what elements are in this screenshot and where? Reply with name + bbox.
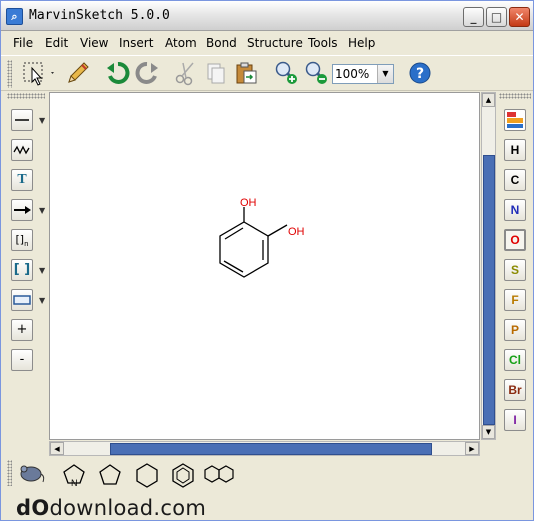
maximize-button[interactable]: □ [486,7,507,27]
scroll-right-icon[interactable]: ▶ [465,442,479,455]
watermark-logo: dOdownload.com [16,496,207,520]
redo-icon[interactable] [134,60,160,86]
title-bar[interactable]: ⌕ MarvinSketch 5.0.0 _ □ ✕ [1,1,533,31]
group-tool[interactable]: []n [11,229,33,251]
text-tool[interactable]: T [11,169,33,191]
zoom-value: 100% [335,67,370,81]
element-button-f[interactable]: F [504,289,526,311]
single-bond-tool[interactable] [11,109,33,131]
horizontal-scroll-thumb[interactable] [110,443,432,455]
element-button-h[interactable]: H [504,139,526,161]
scroll-down-icon[interactable]: ▼ [482,425,495,439]
menu-bond[interactable]: Bond [206,36,237,50]
mouse-icon [15,460,45,484]
pentagon-template[interactable] [97,462,123,488]
window-title: MarvinSketch 5.0.0 [29,8,170,23]
hydroxyl-label: OH [288,226,305,238]
vertical-scrollbar[interactable]: ▲ ▼ [481,92,496,440]
chain-tool[interactable] [11,139,33,161]
menu-edit[interactable]: Edit [45,36,68,50]
menu-file[interactable]: File [13,36,33,50]
menu-tools[interactable]: Tools [308,36,338,50]
menu-bar: File Edit View Insert Atom Bond Structur… [1,32,533,54]
scroll-left-icon[interactable]: ◀ [50,442,64,455]
main-toolbar: 100% ▼ ? [1,55,533,91]
menu-help[interactable]: Help [348,36,375,50]
charge-minus-tool[interactable]: - [11,349,33,371]
element-button-o[interactable]: O [504,229,526,251]
reaction-arrow-tool[interactable] [11,199,33,221]
element-toolbar: H C N O S F P Cl Br I [497,93,533,453]
charge-plus-tool[interactable]: + [11,319,33,341]
benzene-template[interactable] [170,462,196,488]
marvinsketch-window: ⌕ MarvinSketch 5.0.0 _ □ ✕ File Edit Vie… [0,0,534,521]
select-icon[interactable] [21,60,54,86]
svg-text:?: ? [416,66,424,82]
zoom-in-icon[interactable] [273,60,299,86]
rectangle-tool[interactable] [11,289,33,311]
help-icon[interactable]: ? [407,60,433,86]
zoom-select[interactable]: 100% ▼ [332,64,394,84]
cut-icon[interactable] [173,60,199,86]
chevron-down-icon[interactable]: ▼ [39,266,45,275]
element-button-p[interactable]: P [504,319,526,341]
catechol-molecule[interactable]: OH OH [50,93,479,439]
chevron-down-icon[interactable]: ▼ [39,296,45,305]
chevron-down-icon[interactable]: ▼ [39,116,45,125]
zoom-out-icon[interactable] [303,60,329,86]
benzene-ring [219,221,269,278]
menu-insert[interactable]: Insert [119,36,153,50]
chevron-down-icon[interactable]: ▼ [377,65,393,83]
periodic-table-icon[interactable] [504,109,526,131]
left-toolbar: ▼ T ▼ []n [ ] ▼ ▼ + - [1,93,49,453]
element-button-cl[interactable]: Cl [504,349,526,371]
minimize-button[interactable]: _ [463,7,484,27]
template-toolbar-grip[interactable] [7,460,12,486]
hexagon-template[interactable] [134,462,160,488]
scroll-up-icon[interactable]: ▲ [482,93,495,107]
element-button-s[interactable]: S [504,259,526,281]
toolbar-grip[interactable] [7,60,12,88]
menu-structure[interactable]: Structure [247,36,303,50]
right-toolbar-grip[interactable] [499,93,531,99]
bond-oh-2 [267,224,288,237]
element-button-c[interactable]: C [504,169,526,191]
chevron-down-icon[interactable]: ▼ [39,206,45,215]
vertical-scroll-thumb[interactable] [483,155,495,425]
left-toolbar-grip[interactable] [7,93,45,99]
copy-icon[interactable] [203,60,229,86]
pencil-icon[interactable] [65,60,91,86]
paste-icon[interactable] [233,60,259,86]
hydroxyl-label: OH [240,197,257,209]
bracket-tool[interactable]: [ ] [11,259,33,281]
element-button-i[interactable]: I [504,409,526,431]
element-button-n[interactable]: N [504,199,526,221]
undo-icon[interactable] [105,60,131,86]
sketch-canvas[interactable]: OH OH [49,92,480,440]
close-button[interactable]: ✕ [509,7,530,27]
naphthalene-template[interactable] [203,464,237,486]
app-icon: ⌕ [6,8,23,25]
element-button-br[interactable]: Br [504,379,526,401]
svg-text:N: N [71,478,78,488]
menu-view[interactable]: View [80,36,108,50]
horizontal-scrollbar[interactable]: ◀ ▶ [49,441,480,456]
menu-atom[interactable]: Atom [165,36,197,50]
pyrrole-template[interactable]: N [61,462,87,488]
